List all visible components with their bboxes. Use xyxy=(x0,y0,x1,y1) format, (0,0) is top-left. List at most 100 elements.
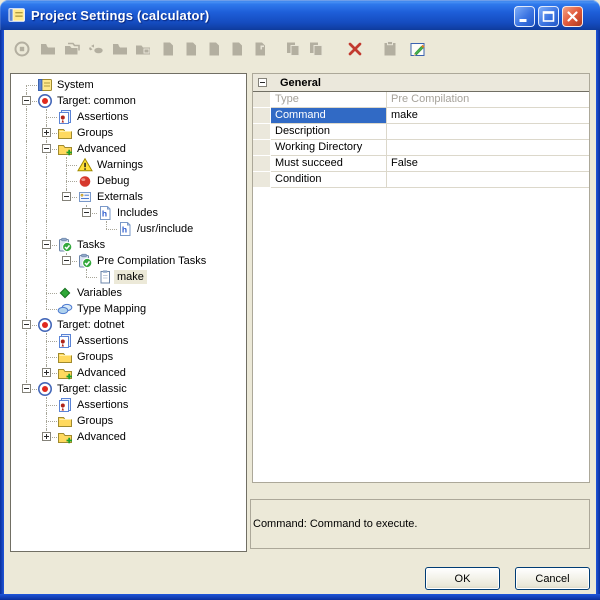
collapse-minus-icon[interactable] xyxy=(62,192,71,201)
tree-item-usr-include[interactable]: h/usr/include xyxy=(11,221,246,237)
tree-item-label[interactable]: Type Mapping xyxy=(74,302,149,316)
tree-item-label[interactable]: Groups xyxy=(74,126,116,140)
tree-item-target-common[interactable]: Target: common xyxy=(11,93,246,109)
tree-item-label[interactable]: Advanced xyxy=(74,142,129,156)
tree-connector xyxy=(46,413,48,421)
clipboard-gray-icon xyxy=(381,40,399,58)
tree-item-label[interactable]: Debug xyxy=(94,174,132,188)
tree-item-advanced[interactable]: Advanced xyxy=(11,429,246,445)
tree-guide-line xyxy=(46,189,48,205)
collapse-minus-icon[interactable] xyxy=(62,256,71,265)
tree-item-make[interactable]: make xyxy=(11,269,246,285)
tree-guide-line xyxy=(46,173,48,189)
variable-icon xyxy=(57,285,73,301)
property-value[interactable]: make xyxy=(386,108,589,124)
property-row-working-directory[interactable]: Working Directory xyxy=(253,140,589,156)
property-label[interactable]: Type xyxy=(271,92,386,108)
property-value[interactable] xyxy=(386,172,589,188)
tree-item-warnings[interactable]: Warnings xyxy=(11,157,246,173)
tree-item-groups[interactable]: Groups xyxy=(11,125,246,141)
tree-item-tasks[interactable]: Tasks xyxy=(11,237,246,253)
tree-item-groups[interactable]: Groups xyxy=(11,413,246,429)
minimize-button[interactable] xyxy=(514,6,535,27)
tree-item-label[interactable]: /usr/include xyxy=(134,222,196,236)
close-button[interactable] xyxy=(562,6,583,27)
tree-item-label[interactable]: Externals xyxy=(94,190,146,204)
grid-section-header[interactable]: General xyxy=(253,74,589,92)
property-value[interactable] xyxy=(386,140,589,156)
collapse-minus-icon[interactable] xyxy=(258,78,267,87)
folder-button-2 xyxy=(110,39,130,59)
cancel-button[interactable]: Cancel xyxy=(515,567,590,590)
tree-item-label[interactable]: Target: common xyxy=(54,94,139,108)
settings-tree[interactable]: System Target: common Assertions Groups Adva… xyxy=(10,73,247,552)
collapse-minus-icon[interactable] xyxy=(42,240,51,249)
tree-item-label[interactable]: Tasks xyxy=(74,238,108,252)
ok-button[interactable]: OK xyxy=(425,567,500,590)
tree-item-target-dotnet[interactable]: Target: dotnet xyxy=(11,317,246,333)
tree-item-system[interactable]: System xyxy=(11,77,246,93)
tree-item-assertions[interactable]: Assertions xyxy=(11,397,246,413)
tree-item-label[interactable]: Variables xyxy=(74,286,125,300)
tree-item-label[interactable]: Assertions xyxy=(74,334,131,348)
tree-item-label[interactable]: Assertions xyxy=(74,110,131,124)
property-value[interactable]: Pre Compilation xyxy=(386,92,589,108)
page-button-1 xyxy=(158,39,178,59)
collapse-minus-icon[interactable] xyxy=(82,208,91,217)
tree-item-advanced[interactable]: Advanced xyxy=(11,365,246,381)
collapse-minus-icon[interactable] xyxy=(22,320,31,329)
tree-item-label[interactable]: Target: classic xyxy=(54,382,130,396)
property-label[interactable]: Working Directory xyxy=(271,140,386,156)
tree-item-assertions[interactable]: Assertions xyxy=(11,333,246,349)
collapse-minus-icon[interactable] xyxy=(22,384,31,393)
tree-item-pre-compilation-tasks[interactable]: Pre Compilation Tasks xyxy=(11,253,246,269)
property-label[interactable]: Command xyxy=(271,108,386,124)
property-row-condition[interactable]: Condition xyxy=(253,172,589,188)
property-label[interactable]: Must succeed xyxy=(271,156,386,172)
tree-item-label[interactable]: Assertions xyxy=(74,398,131,412)
folder-plus-icon xyxy=(57,141,73,157)
tree-item-label[interactable]: Groups xyxy=(74,414,116,428)
tree-item-label[interactable]: System xyxy=(54,78,97,92)
window-border-left xyxy=(0,30,4,594)
folder-plus-icon xyxy=(57,429,73,445)
tree-item-includes[interactable]: hIncludes xyxy=(11,205,246,221)
tree-item-label[interactable]: Target: dotnet xyxy=(54,318,127,332)
property-label[interactable]: Description xyxy=(271,124,386,140)
tree-item-assertions[interactable]: Assertions xyxy=(11,109,246,125)
property-value[interactable]: False xyxy=(386,156,589,172)
tree-item-label[interactable]: Groups xyxy=(74,350,116,364)
property-row-type[interactable]: TypePre Compilation xyxy=(253,92,589,108)
tree-item-type-mapping[interactable]: Type Mapping xyxy=(11,301,246,317)
tree-connector xyxy=(46,285,48,293)
tree-item-advanced[interactable]: Advanced xyxy=(11,141,246,157)
tree-item-debug[interactable]: Debug xyxy=(11,173,246,189)
tree-item-label[interactable]: Advanced xyxy=(74,430,129,444)
collapse-minus-icon[interactable] xyxy=(22,96,31,105)
expand-plus-icon[interactable] xyxy=(42,432,51,441)
tree-item-label[interactable]: Includes xyxy=(114,206,161,220)
delete-button[interactable] xyxy=(345,39,365,59)
property-row-description[interactable]: Description xyxy=(253,124,589,140)
tree-item-label[interactable]: Warnings xyxy=(94,158,146,172)
tree-item-label[interactable]: Advanced xyxy=(74,366,129,380)
edit-button[interactable] xyxy=(408,39,428,59)
tree-guide-line xyxy=(26,365,28,381)
maximize-button[interactable] xyxy=(538,6,559,27)
property-value[interactable] xyxy=(386,124,589,140)
expand-plus-icon[interactable] xyxy=(42,368,51,377)
property-grid[interactable]: General TypePre CompilationCommandmakeDe… xyxy=(252,73,590,483)
property-row-must-succeed[interactable]: Must succeedFalse xyxy=(253,156,589,172)
tree-item-externals[interactable]: Externals xyxy=(11,189,246,205)
tree-item-variables[interactable]: Variables xyxy=(11,285,246,301)
tree-item-label[interactable]: Pre Compilation Tasks xyxy=(94,254,209,268)
tree-item-groups[interactable]: Groups xyxy=(11,349,246,365)
description-panel: Command: Command to execute. xyxy=(250,499,590,549)
tree-item-target-classic[interactable]: Target: classic xyxy=(11,381,246,397)
property-label[interactable]: Condition xyxy=(271,172,386,188)
collapse-minus-icon[interactable] xyxy=(42,144,51,153)
property-row-command[interactable]: Commandmake xyxy=(253,108,589,124)
tree-item-label[interactable]: make xyxy=(114,270,147,284)
folder-icon xyxy=(57,349,73,365)
expand-plus-icon[interactable] xyxy=(42,128,51,137)
